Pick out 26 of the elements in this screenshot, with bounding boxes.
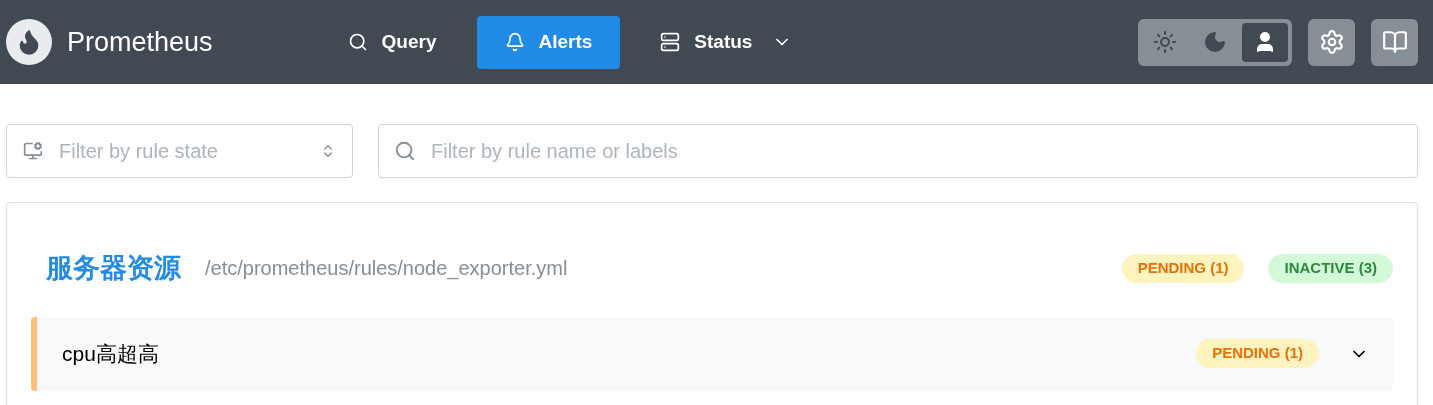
theme-option[interactable] (1242, 22, 1288, 62)
theme-switcher[interactable] (1138, 18, 1292, 66)
app-title: Prometheus (67, 25, 213, 59)
server-icon (660, 32, 681, 52)
rule-name: cpu高超高 (62, 340, 159, 367)
state-badge: PENDING (1) (1196, 339, 1319, 368)
search-field[interactable]: Filter by rule name or labels (378, 124, 1418, 178)
rule-row[interactable]: cpu高超高 PENDING (1) (31, 316, 1393, 391)
moon-icon (1203, 30, 1227, 54)
group-name: 服务器资源 (46, 252, 181, 285)
search-icon (394, 140, 416, 162)
sun-icon (1153, 30, 1177, 54)
search-icon (347, 32, 368, 52)
settings-button[interactable] (1308, 18, 1355, 66)
nav-tab[interactable]: Alerts (476, 15, 621, 69)
file-path: /etc/prometheus/rules/node_exporter.yml (205, 256, 568, 282)
settings-icon (1318, 29, 1345, 55)
monitor-icon (23, 141, 43, 161)
bell-icon (504, 32, 525, 52)
book-icon (1381, 29, 1408, 55)
flame-logo-icon (6, 19, 52, 65)
state-badge: INACTIVE (3) (1268, 253, 1393, 283)
state-badge: PENDING (1) (1121, 253, 1245, 283)
nav-tab[interactable]: Status (632, 15, 821, 69)
nav-tab[interactable]: Query (319, 15, 465, 69)
docs-button[interactable] (1371, 18, 1418, 66)
